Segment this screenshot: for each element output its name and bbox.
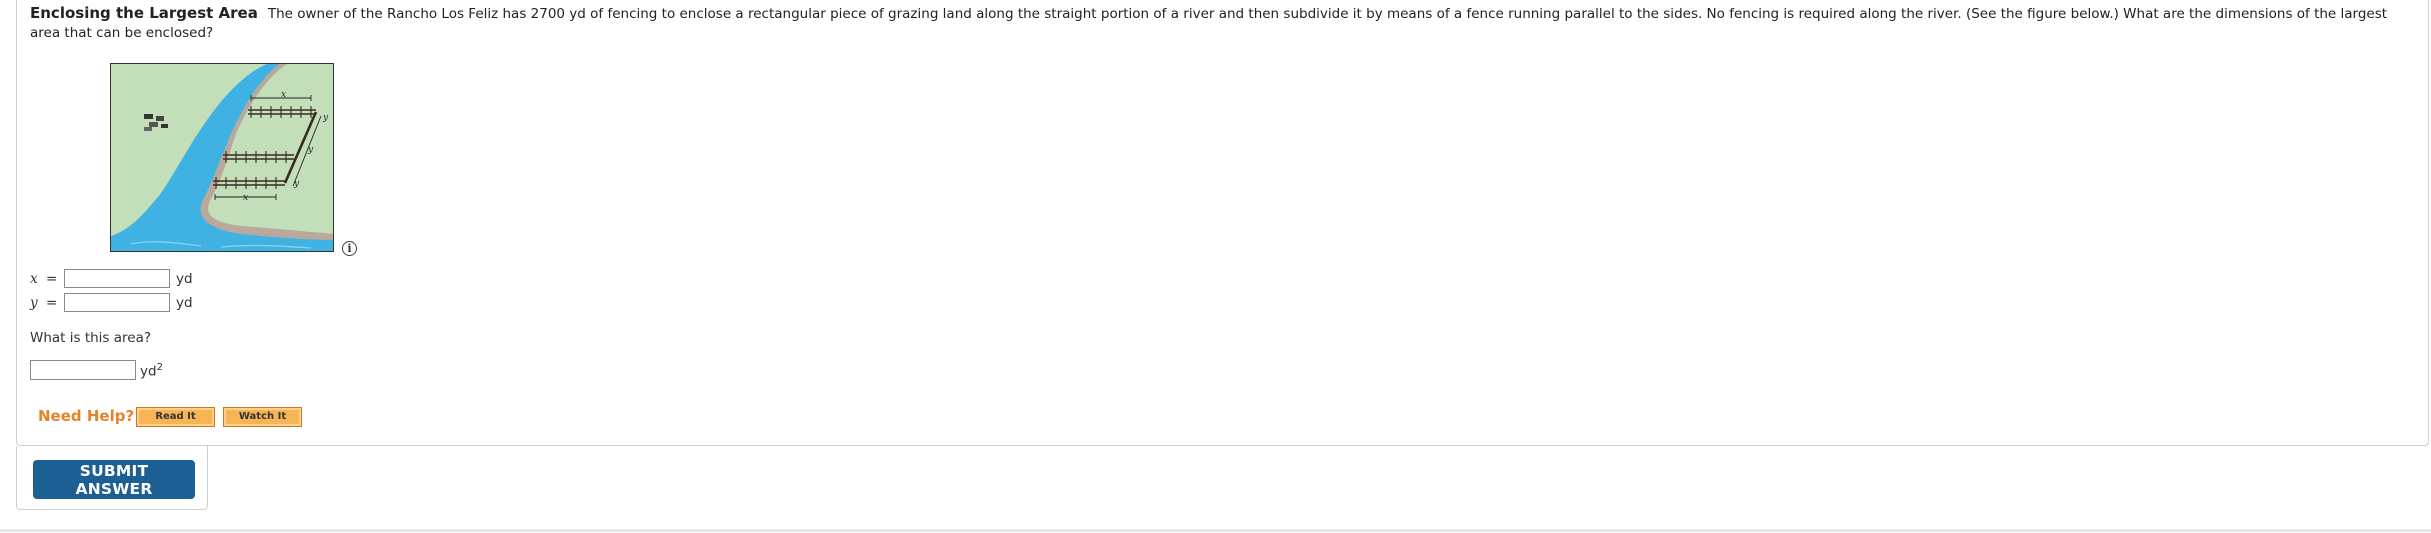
area-unit-label: yd2 xyxy=(140,362,163,380)
need-help-label: Need Help? xyxy=(38,407,135,425)
label-y-mid: y xyxy=(307,145,314,155)
area-unit-base: yd xyxy=(140,363,157,380)
y-answer-input[interactable] xyxy=(64,293,170,312)
variable-x-label: x xyxy=(30,271,38,287)
question-title: Enclosing the Largest Area xyxy=(30,4,258,22)
submit-answer-button[interactable]: SUBMIT ANSWER xyxy=(33,460,195,499)
river-fence-illustration: x x y y y xyxy=(111,64,333,251)
x-unit-label: yd xyxy=(176,271,193,287)
label-x-top: x xyxy=(281,90,286,100)
y-unit-label: yd xyxy=(176,295,193,311)
label-y-right: y xyxy=(322,113,329,123)
equals-sign: = xyxy=(46,271,58,287)
question-panel xyxy=(16,0,2429,446)
watch-it-button[interactable]: Watch It xyxy=(223,407,302,427)
label-x-bottom: x xyxy=(243,193,248,203)
area-unit-exponent: 2 xyxy=(156,362,163,373)
info-icon[interactable]: i xyxy=(342,241,357,256)
label-y-corner: y xyxy=(293,179,300,189)
river-fence-figure: x x y y y xyxy=(110,63,334,252)
area-answer-input[interactable] xyxy=(30,360,136,380)
read-it-button[interactable]: Read It xyxy=(136,407,215,427)
question-text: Enclosing the Largest Area The owner of t… xyxy=(30,4,2410,43)
variable-y-label: y xyxy=(30,295,38,311)
area-question: What is this area? xyxy=(30,330,152,346)
question-body: The owner of the Rancho Los Feliz has 27… xyxy=(30,6,2388,41)
page-divider xyxy=(0,529,2431,532)
equals-sign: = xyxy=(46,295,58,311)
x-answer-input[interactable] xyxy=(64,269,170,288)
